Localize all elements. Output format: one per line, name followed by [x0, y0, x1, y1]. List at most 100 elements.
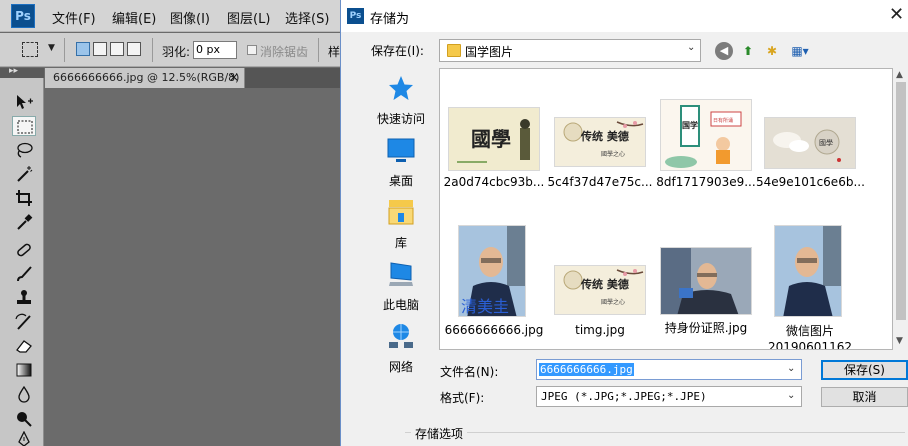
file-thumbnail: 國學	[764, 117, 856, 169]
tools-panel-grip[interactable]: ▸▸	[0, 66, 44, 78]
cancel-button[interactable]: 取消	[821, 387, 908, 407]
marquee-tool-icon[interactable]	[12, 116, 36, 136]
file-item[interactable]: 传统 美德 國學之心 timg.jpg	[552, 249, 648, 349]
feather-input[interactable]: 0 px	[193, 41, 237, 59]
close-icon[interactable]: ×	[229, 70, 239, 84]
intersect-selection-icon[interactable]	[127, 42, 141, 56]
format-value: JPEG (*.JPG;*.JPEG;*.JPE)	[541, 390, 707, 403]
place-label: 库	[394, 236, 407, 250]
scroll-down-icon[interactable]: ▼	[896, 336, 903, 346]
file-item[interactable]: 國學 2a0d74cbc93b...	[444, 101, 544, 211]
view-menu-icon[interactable]: ▦▾	[787, 42, 813, 60]
filename-value: 6666666666.jpg	[539, 363, 634, 376]
file-item[interactable]: 国学 日有所诵 8df1717903e9...	[656, 93, 756, 203]
star-icon	[389, 76, 413, 100]
ps-menubar: Ps 文件(F) 编辑(E) 图像(I) 图层(L) 选择(S)	[0, 0, 340, 32]
history-brush-tool-icon[interactable]	[12, 312, 36, 332]
document-tab[interactable]: 6666666666.jpg @ 12.5%(RGB/8) ×	[45, 68, 245, 88]
save-in-dropdown[interactable]: 国学图片 ⌄	[439, 39, 701, 62]
new-selection-icon[interactable]	[76, 42, 90, 56]
move-tool-icon[interactable]	[12, 92, 36, 112]
art-text: 传统 美德	[580, 129, 629, 143]
file-thumbnail	[660, 247, 752, 315]
menu-file[interactable]: 文件(F)	[52, 8, 96, 27]
save-button[interactable]: 保存(S)	[821, 360, 908, 380]
file-list[interactable]: 國學 2a0d74cbc93b... 传统 美德 國學之心 5c4f37d47e…	[439, 68, 893, 350]
save-options-title: 存储选项	[411, 425, 468, 442]
dialog-titlebar[interactable]: Ps 存储为 ✕	[341, 0, 908, 32]
file-name: 8df1717903e9...	[656, 175, 756, 189]
back-icon[interactable]: ◀	[715, 42, 733, 60]
save-in-value: 国学图片	[465, 45, 514, 59]
eraser-tool-icon[interactable]	[12, 336, 36, 356]
file-name: 54e9e101c6e6b...	[756, 175, 865, 189]
healing-brush-tool-icon[interactable]	[12, 240, 36, 260]
lasso-tool-icon[interactable]	[12, 140, 36, 160]
place-this-pc[interactable]: 此电脑	[359, 260, 443, 316]
chevron-down-icon: ⌄	[687, 42, 696, 53]
file-name: 微信图片 20190601162	[768, 324, 852, 350]
dialog-title: 存储为	[370, 12, 410, 27]
place-quick-access[interactable]: 快速访问	[359, 74, 443, 130]
format-label: 格式(F):	[440, 391, 485, 405]
file-thumbnail: 清美圭	[458, 225, 526, 317]
place-label: 此电脑	[382, 298, 419, 312]
blur-tool-icon[interactable]	[12, 384, 36, 404]
place-label: 快速访问	[376, 112, 425, 126]
up-folder-icon[interactable]: ⬆	[739, 42, 757, 60]
file-item[interactable]: 持身份证照.jpg	[658, 241, 754, 349]
file-item[interactable]: 國學 54e9e101c6e6b...	[756, 101, 865, 211]
dodge-tool-icon[interactable]	[12, 408, 36, 428]
file-thumbnail: 传统 美德 國學之心	[554, 117, 646, 167]
scroll-thumb[interactable]	[896, 82, 906, 320]
file-item[interactable]: 清美圭 6666666666.jpg	[445, 219, 543, 337]
preset-dropdown-icon[interactable]: ▼	[48, 43, 55, 53]
file-item[interactable]: 传统 美德 國學之心 5c4f37d47e75c...	[548, 101, 652, 211]
library-icon	[388, 200, 414, 225]
subtract-selection-icon[interactable]	[110, 42, 124, 56]
stamp-tool-icon[interactable]	[12, 288, 36, 308]
place-network[interactable]: 网络	[359, 322, 443, 378]
antialias-checkbox[interactable]	[247, 45, 257, 55]
file-thumbnail: 国学 日有所诵	[660, 99, 752, 171]
marquee-preset-icon[interactable]	[22, 42, 38, 57]
gradient-tool-icon[interactable]	[12, 360, 36, 380]
canvas-area	[45, 88, 340, 446]
file-name: 5c4f37d47e75c...	[547, 175, 653, 189]
crop-tool-icon[interactable]	[12, 188, 36, 208]
places-bar: 快速访问 桌面 库 此电脑 网络	[359, 68, 443, 374]
eyedropper-tool-icon[interactable]	[12, 212, 36, 232]
format-dropdown[interactable]: JPEG (*.JPG;*.JPEG;*.JPE) ⌄	[536, 386, 802, 407]
grip-label: ▸▸	[9, 66, 19, 76]
menu-edit[interactable]: 编辑(E)	[112, 8, 156, 27]
art-text: 國學之心	[601, 150, 625, 158]
add-selection-icon[interactable]	[93, 42, 107, 56]
divider	[64, 38, 65, 62]
scroll-up-icon[interactable]: ▲	[896, 70, 903, 80]
menu-image[interactable]: 图像(I)	[170, 8, 210, 27]
file-thumbnail: 國學	[448, 107, 540, 171]
document-tab-title: 6666666666.jpg @ 12.5%(RGB/8)	[53, 71, 240, 84]
antialias-label: 消除锯齿	[260, 45, 309, 59]
file-thumbnail: 传统 美德 國學之心	[554, 265, 646, 315]
filename-input[interactable]: 6666666666.jpg ⌄	[536, 359, 802, 380]
file-name: 6666666666.jpg	[444, 323, 544, 337]
magic-wand-tool-icon[interactable]	[12, 164, 36, 184]
file-item[interactable]: 微信图片 20190601162	[762, 219, 858, 349]
new-folder-icon[interactable]: ✱	[763, 42, 781, 60]
file-list-scrollbar[interactable]: ▲ ▼	[893, 68, 908, 350]
place-library[interactable]: 库	[359, 198, 443, 254]
place-desktop[interactable]: 桌面	[359, 136, 443, 192]
menu-layer[interactable]: 图层(L)	[227, 8, 270, 27]
document-tabbar: 6666666666.jpg @ 12.5%(RGB/8) ×	[45, 68, 340, 88]
menu-select[interactable]: 选择(S)	[285, 8, 329, 27]
brush-tool-icon[interactable]	[12, 264, 36, 284]
art-text: 國學之心	[601, 298, 625, 306]
close-icon[interactable]: ✕	[889, 4, 904, 25]
art-text: 日有所诵	[713, 117, 733, 124]
art-text: 国学	[682, 120, 698, 130]
save-in-label: 保存在(I):	[371, 44, 424, 58]
chevron-down-icon[interactable]: ⌄	[787, 363, 795, 374]
pen-tool-icon[interactable]	[12, 430, 36, 446]
save-as-dialog: Ps 存储为 ✕ 保存在(I): 国学图片 ⌄ ◀ ⬆ ✱ ▦▾ 快速访问 桌面	[340, 0, 908, 446]
